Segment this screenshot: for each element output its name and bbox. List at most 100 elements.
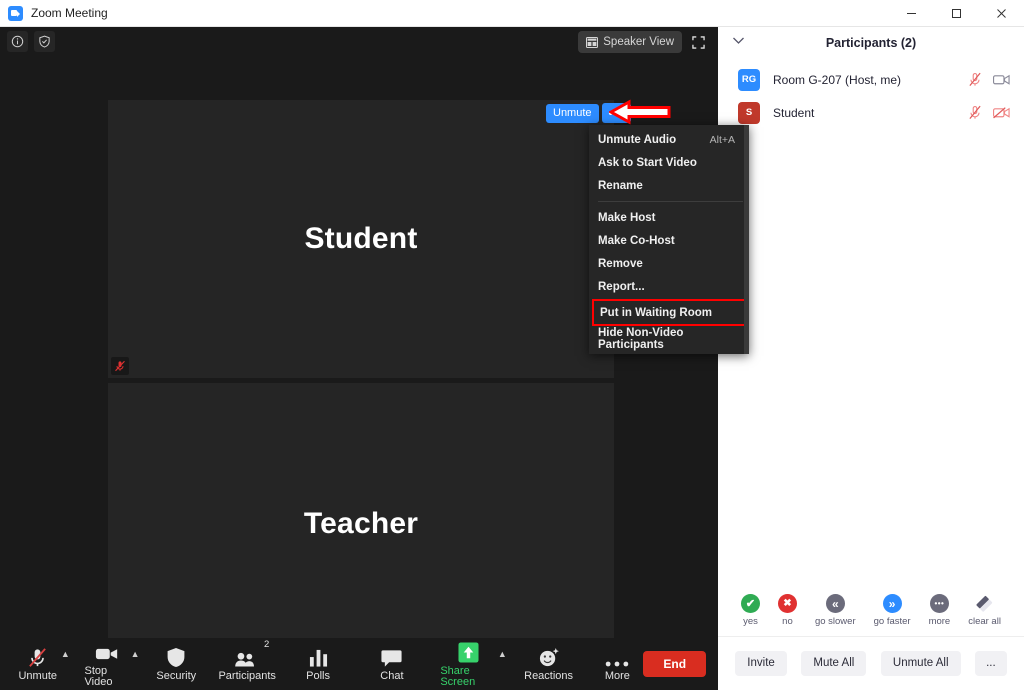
menu-item-hide-non-video-participants[interactable]: Hide Non-Video Participants: [589, 326, 749, 351]
zoom-logo-icon: [8, 5, 23, 21]
reaction-yes[interactable]: ✔ yes: [740, 594, 760, 627]
participant-name: Student: [773, 105, 815, 120]
participants-icon: [234, 646, 260, 668]
toolbar-label: Chat: [380, 670, 404, 682]
panel-reactions-bar: ✔ yes ✖ no « go slower » go faster ••• m…: [718, 585, 1024, 637]
video-tile-student[interactable]: Student: [107, 99, 615, 379]
toolbar-security-button[interactable]: Security: [150, 639, 202, 689]
avatar: S: [738, 101, 760, 124]
participants-panel-header: Participants (2): [718, 27, 1024, 59]
mic-muted-icon: [111, 357, 129, 375]
reaction-label: go faster: [873, 616, 911, 627]
mute-all-button[interactable]: Mute All: [801, 651, 867, 676]
meeting-toolbar: Unmute ▲ Stop Video ▲ Security 2 Partici…: [0, 638, 718, 690]
menu-item-remove[interactable]: Remove: [589, 252, 749, 275]
chevron-up-icon[interactable]: ▲: [131, 649, 140, 659]
fast-forward-icon: »: [882, 594, 902, 613]
toolbar-unmute-button[interactable]: Unmute ▲: [12, 639, 70, 689]
chevron-up-icon[interactable]: ▲: [498, 649, 507, 659]
video-icon: [95, 641, 119, 663]
participant-row-student[interactable]: S Student: [718, 96, 1024, 129]
participant-status-icons: [968, 105, 1010, 120]
menu-item-make-host[interactable]: Make Host: [589, 206, 749, 229]
reaction-label: no: [782, 616, 793, 627]
menu-item-make-co-host[interactable]: Make Co-Host: [589, 229, 749, 252]
shield-icon: [166, 646, 186, 668]
invite-button[interactable]: Invite: [735, 651, 787, 676]
reaction-go-faster[interactable]: » go faster: [874, 594, 911, 627]
meeting-top-bar: Speaker View: [0, 27, 718, 57]
fullscreen-icon[interactable]: [686, 31, 710, 53]
menu-item-label: Unmute Audio: [598, 133, 677, 146]
menu-item-label: Rename: [598, 179, 643, 192]
toolbar-reactions-button[interactable]: Reactions: [523, 639, 575, 689]
video-tile-teacher[interactable]: Teacher: [107, 382, 615, 665]
toolbar-more-button[interactable]: More: [591, 639, 643, 689]
menu-item-label: Hide Non-Video Participants: [598, 326, 684, 351]
share-screen-icon: [458, 641, 479, 663]
reaction-more[interactable]: ••• more: [928, 594, 951, 627]
reaction-clear-all[interactable]: clear all: [968, 594, 1001, 627]
window-controls: [889, 0, 1024, 27]
panel-action-buttons: Invite Mute All Unmute All ...: [718, 637, 1024, 690]
unmute-all-button[interactable]: Unmute All: [880, 651, 961, 676]
polls-icon: [309, 646, 328, 668]
toolbar-participants-button[interactable]: 2 Participants: [218, 639, 275, 689]
toolbar-stop-video-button[interactable]: Stop Video ▲: [81, 639, 140, 689]
reaction-label: yes: [743, 616, 758, 627]
menu-item-shortcut: Alt+A: [709, 133, 735, 146]
toolbar-label: Stop Video: [84, 664, 113, 688]
chevron-down-icon[interactable]: [732, 36, 745, 45]
participant-name: Room G-207 (Host, me): [773, 72, 902, 87]
menu-item-label: Ask to Start Video: [598, 156, 697, 169]
tile-name: Teacher: [303, 506, 419, 540]
red-arrow-annotation: [607, 99, 671, 130]
window-title: Zoom Meeting: [31, 6, 108, 20]
participants-panel-title: Participants (2): [825, 36, 917, 50]
menu-item-rename[interactable]: Rename: [589, 174, 749, 197]
participant-context-menu: Unmute Audio Alt+A Ask to Start Video Re…: [589, 125, 749, 354]
toolbar-label: Reactions: [524, 670, 574, 682]
participant-row-host[interactable]: RG Room G-207 (Host, me): [718, 63, 1024, 96]
menu-item-label: Make Co-Host: [598, 234, 675, 247]
speaker-view-label: Speaker View: [603, 36, 674, 48]
menu-item-label: Remove: [598, 257, 643, 270]
menu-item-report[interactable]: Report...: [589, 275, 749, 298]
reaction-no[interactable]: ✖ no: [777, 594, 797, 627]
video-icon[interactable]: [993, 73, 1010, 86]
video-off-icon[interactable]: [993, 106, 1010, 119]
participants-count-badge: 2: [264, 639, 270, 650]
menu-item-unmute-audio[interactable]: Unmute Audio Alt+A: [589, 128, 749, 151]
toolbar-label: More: [604, 670, 630, 682]
menu-item-put-in-waiting-room[interactable]: Put in Waiting Room: [592, 299, 748, 326]
toolbar-share-screen-button[interactable]: Share Screen ▲: [436, 639, 507, 689]
menu-item-label: Report...: [598, 280, 645, 293]
reaction-go-slower[interactable]: « go slower: [815, 594, 856, 627]
toolbar-label: Security: [156, 670, 197, 682]
menu-item-ask-to-start-video[interactable]: Ask to Start Video: [589, 151, 749, 174]
info-icon[interactable]: [7, 31, 28, 52]
panel-more-button[interactable]: ...: [975, 651, 1007, 676]
unmute-participant-button[interactable]: Unmute: [546, 103, 599, 123]
menu-item-label: Make Host: [598, 211, 656, 224]
reactions-icon: [538, 646, 560, 668]
mic-muted-icon[interactable]: [968, 105, 982, 120]
minimize-button[interactable]: [889, 0, 934, 27]
toolbar-chat-button[interactable]: Chat: [366, 639, 418, 689]
speaker-view-button[interactable]: Speaker View: [578, 31, 682, 53]
toolbar-polls-button[interactable]: Polls: [292, 639, 344, 689]
maximize-button[interactable]: [934, 0, 979, 27]
shield-check-icon[interactable]: [34, 31, 55, 52]
chevron-up-icon[interactable]: ▲: [61, 649, 70, 659]
toolbar-label: Share Screen: [440, 664, 476, 688]
mic-muted-icon[interactable]: [968, 72, 982, 87]
cross-icon: ✖: [777, 594, 797, 613]
check-icon: ✔: [740, 594, 760, 613]
participants-list: RG Room G-207 (Host, me) S Student: [718, 59, 1024, 129]
reaction-label: go slower: [814, 616, 856, 627]
close-button[interactable]: [979, 0, 1024, 27]
reaction-label: more: [928, 616, 951, 627]
end-meeting-button[interactable]: End: [643, 651, 707, 677]
participants-panel: Participants (2) RG Room G-207 (Host, me…: [718, 27, 1024, 690]
toolbar-label: Unmute: [18, 670, 58, 682]
